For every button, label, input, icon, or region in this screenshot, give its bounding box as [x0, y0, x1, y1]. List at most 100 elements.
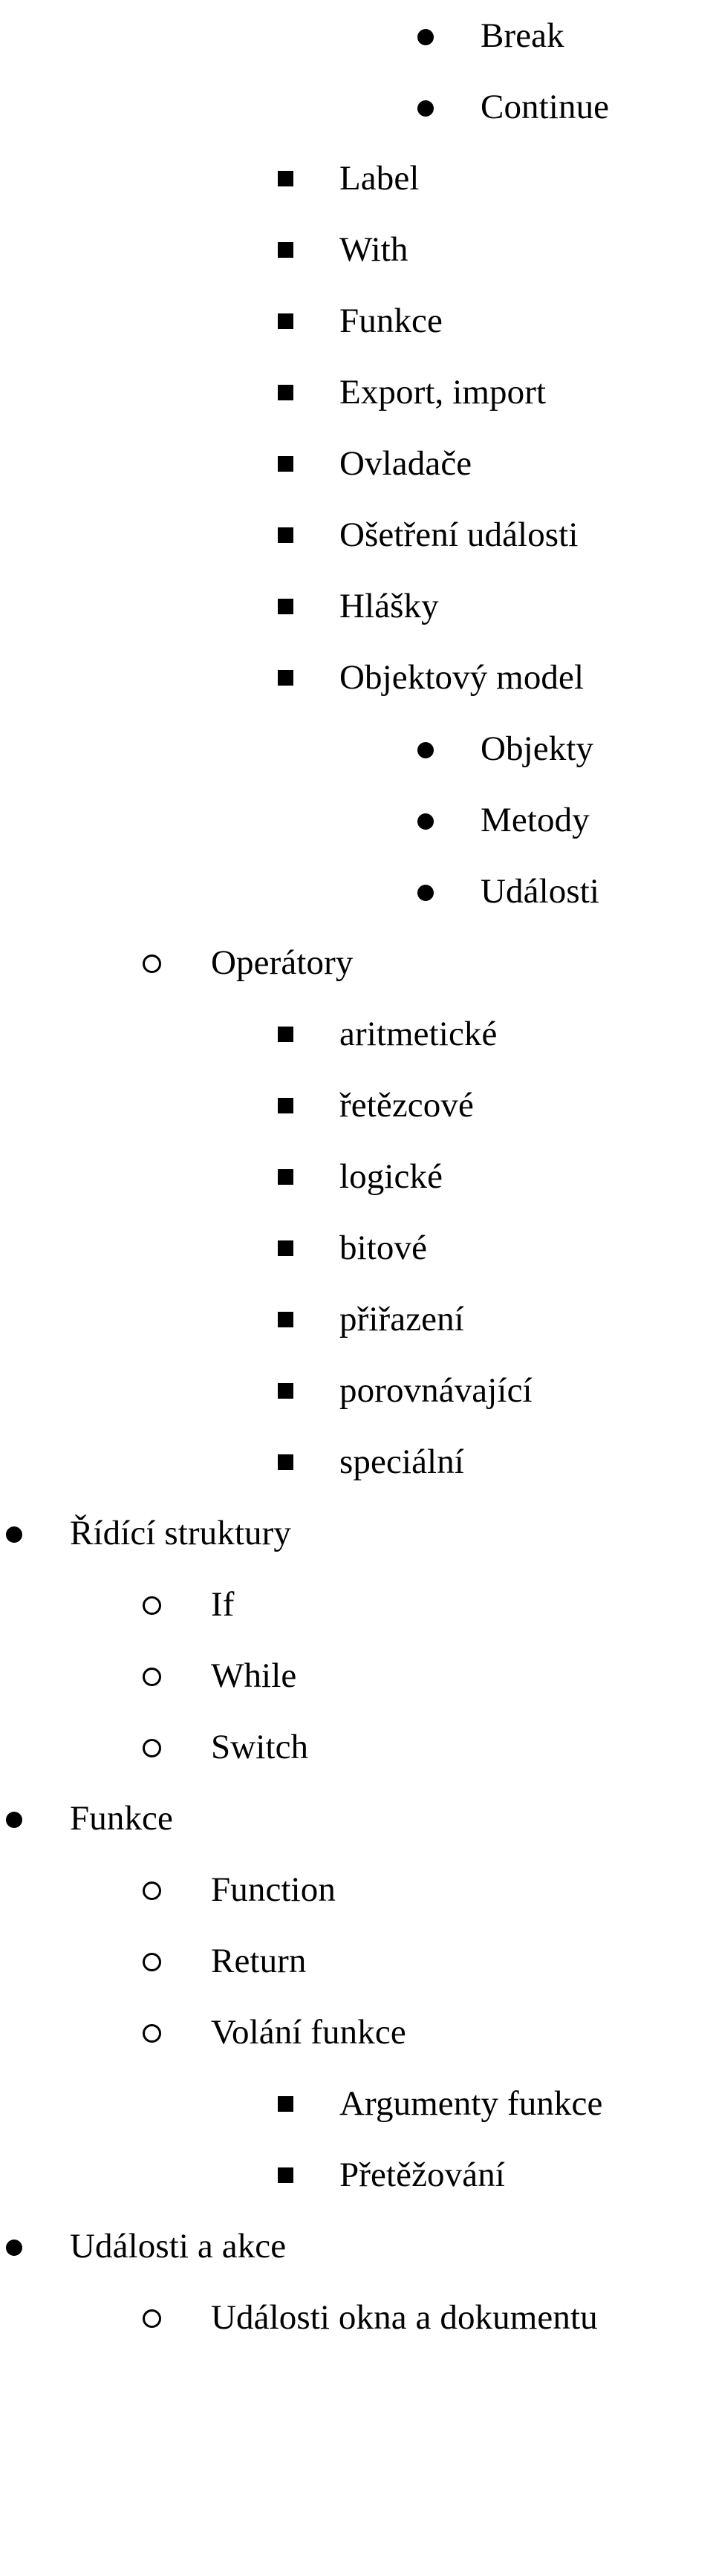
- bullet-disc-icon: [6, 2211, 22, 2282]
- bullet-square-icon: [278, 1355, 293, 1426]
- bullet-disc-icon: [417, 0, 434, 71]
- list-item-label: speciální: [339, 1443, 464, 1481]
- list-item: Funkce: [0, 1783, 713, 1854]
- list-item: Funkce: [0, 285, 713, 357]
- list-item-label: logické: [339, 1157, 443, 1196]
- bullet-disc-icon: [417, 856, 434, 927]
- list-item-label: Přetěžování: [339, 2156, 505, 2194]
- bullet-square-icon-glyph: [278, 385, 293, 401]
- list-item: bitové: [0, 1212, 713, 1284]
- bullet-disc-icon-glyph: [417, 813, 434, 830]
- list-item: Události: [0, 856, 713, 927]
- list-item-label: bitové: [339, 1229, 428, 1267]
- list-item-label: Switch: [211, 1728, 309, 1766]
- bullet-circle-icon: [143, 1640, 161, 1711]
- bullet-square-icon: [278, 1284, 293, 1355]
- bullet-square-icon: [278, 428, 293, 499]
- bullet-circle-icon-glyph: [143, 1953, 161, 1972]
- bullet-square-icon: [278, 499, 293, 570]
- list-item-label: Funkce: [339, 302, 443, 340]
- bullet-circle-icon: [143, 1711, 161, 1783]
- list-item: Události a akce: [0, 2211, 713, 2282]
- bullet-disc-icon-glyph: [6, 2240, 22, 2257]
- bullet-square-icon-glyph: [278, 2167, 293, 2184]
- list-item: Hlášky: [0, 570, 713, 642]
- bullet-square-icon-glyph: [278, 242, 293, 258]
- list-item-label: With: [339, 230, 408, 269]
- outline-list: Break Continue Label With Funkce Export, impo…: [0, 0, 713, 2353]
- bullet-circle-icon: [143, 927, 161, 998]
- list-item: Přetěžování: [0, 2139, 713, 2211]
- list-item: While: [0, 1640, 713, 1711]
- bullet-square-icon: [278, 214, 293, 285]
- bullet-disc-icon-glyph: [417, 100, 434, 117]
- bullet-circle-icon-glyph: [143, 2024, 161, 2043]
- list-item: Ovladače: [0, 428, 713, 499]
- list-item: Switch: [0, 1711, 713, 1783]
- bullet-circle-icon: [143, 1569, 161, 1640]
- list-item-label: Události a akce: [70, 2227, 287, 2266]
- list-item-label: Label: [339, 159, 420, 198]
- list-item-label: Operátory: [211, 943, 354, 982]
- bullet-square-icon-glyph: [278, 313, 293, 330]
- bullet-square-icon-glyph: [278, 1240, 293, 1257]
- bullet-disc-icon-glyph: [417, 884, 434, 901]
- list-item: Metody: [0, 784, 713, 856]
- list-item: Argumenty funkce: [0, 2068, 713, 2139]
- list-item: Return: [0, 1925, 713, 1997]
- bullet-square-icon-glyph: [278, 599, 293, 615]
- bullet-circle-icon: [143, 1925, 161, 1997]
- bullet-circle-icon-glyph: [143, 1739, 161, 1758]
- bullet-square-icon-glyph: [278, 527, 293, 544]
- bullet-disc-icon: [417, 713, 434, 784]
- list-item-label: Objekty: [481, 729, 594, 768]
- list-item: přiřazení: [0, 1284, 713, 1355]
- bullet-disc-icon-glyph: [6, 1812, 22, 1829]
- list-item-label: Funkce: [70, 1799, 173, 1838]
- bullet-square-icon-glyph: [278, 1383, 293, 1399]
- bullet-disc-icon: [6, 1783, 22, 1854]
- list-item-label: Řídící struktury: [70, 1514, 291, 1552]
- bullet-circle-icon: [143, 1997, 161, 2068]
- bullet-square-icon: [278, 1426, 293, 1497]
- bullet-square-icon-glyph: [278, 2096, 293, 2112]
- bullet-square-icon: [278, 570, 293, 642]
- list-item: Volání funkce: [0, 1997, 713, 2068]
- list-item-label: Ovladače: [339, 444, 472, 483]
- bullet-circle-icon-glyph: [143, 1881, 161, 1901]
- bullet-square-icon: [278, 642, 293, 713]
- list-item-label: While: [211, 1656, 297, 1695]
- list-item: Řídící struktury: [0, 1497, 713, 1569]
- list-item-label: přiřazení: [339, 1300, 464, 1339]
- list-item: speciální: [0, 1426, 713, 1497]
- bullet-disc-icon-glyph: [6, 1526, 22, 1544]
- bullet-square-icon-glyph: [278, 1169, 293, 1185]
- bullet-disc-icon: [417, 71, 434, 143]
- list-item: Label: [0, 143, 713, 214]
- list-item: Export, import: [0, 357, 713, 428]
- bullet-square-icon-glyph: [278, 670, 293, 686]
- list-item: With: [0, 214, 713, 285]
- list-item-label: If: [211, 1585, 235, 1624]
- bullet-square-icon: [278, 1141, 293, 1212]
- list-item: porovnávající: [0, 1355, 713, 1426]
- bullet-square-icon: [278, 2068, 293, 2139]
- list-item: logické: [0, 1141, 713, 1212]
- list-item-label: Metody: [481, 801, 590, 839]
- list-item: aritmetické: [0, 998, 713, 1070]
- list-item-label: Export, import: [339, 373, 547, 412]
- bullet-square-icon: [278, 285, 293, 357]
- list-item-label: Return: [211, 1942, 307, 1980]
- bullet-circle-icon-glyph: [143, 1596, 161, 1616]
- bullet-circle-icon: [143, 2282, 161, 2353]
- bullet-circle-icon-glyph: [143, 954, 161, 974]
- list-item: Ošetření události: [0, 499, 713, 570]
- bullet-square-icon-glyph: [278, 171, 293, 187]
- list-item: If: [0, 1569, 713, 1640]
- bullet-square-icon: [278, 1212, 293, 1284]
- bullet-disc-icon-glyph: [417, 741, 434, 758]
- list-item-label: porovnávající: [339, 1371, 533, 1410]
- list-item: Break: [0, 0, 713, 71]
- bullet-circle-icon: [143, 1854, 161, 1925]
- bullet-square-icon: [278, 1070, 293, 1141]
